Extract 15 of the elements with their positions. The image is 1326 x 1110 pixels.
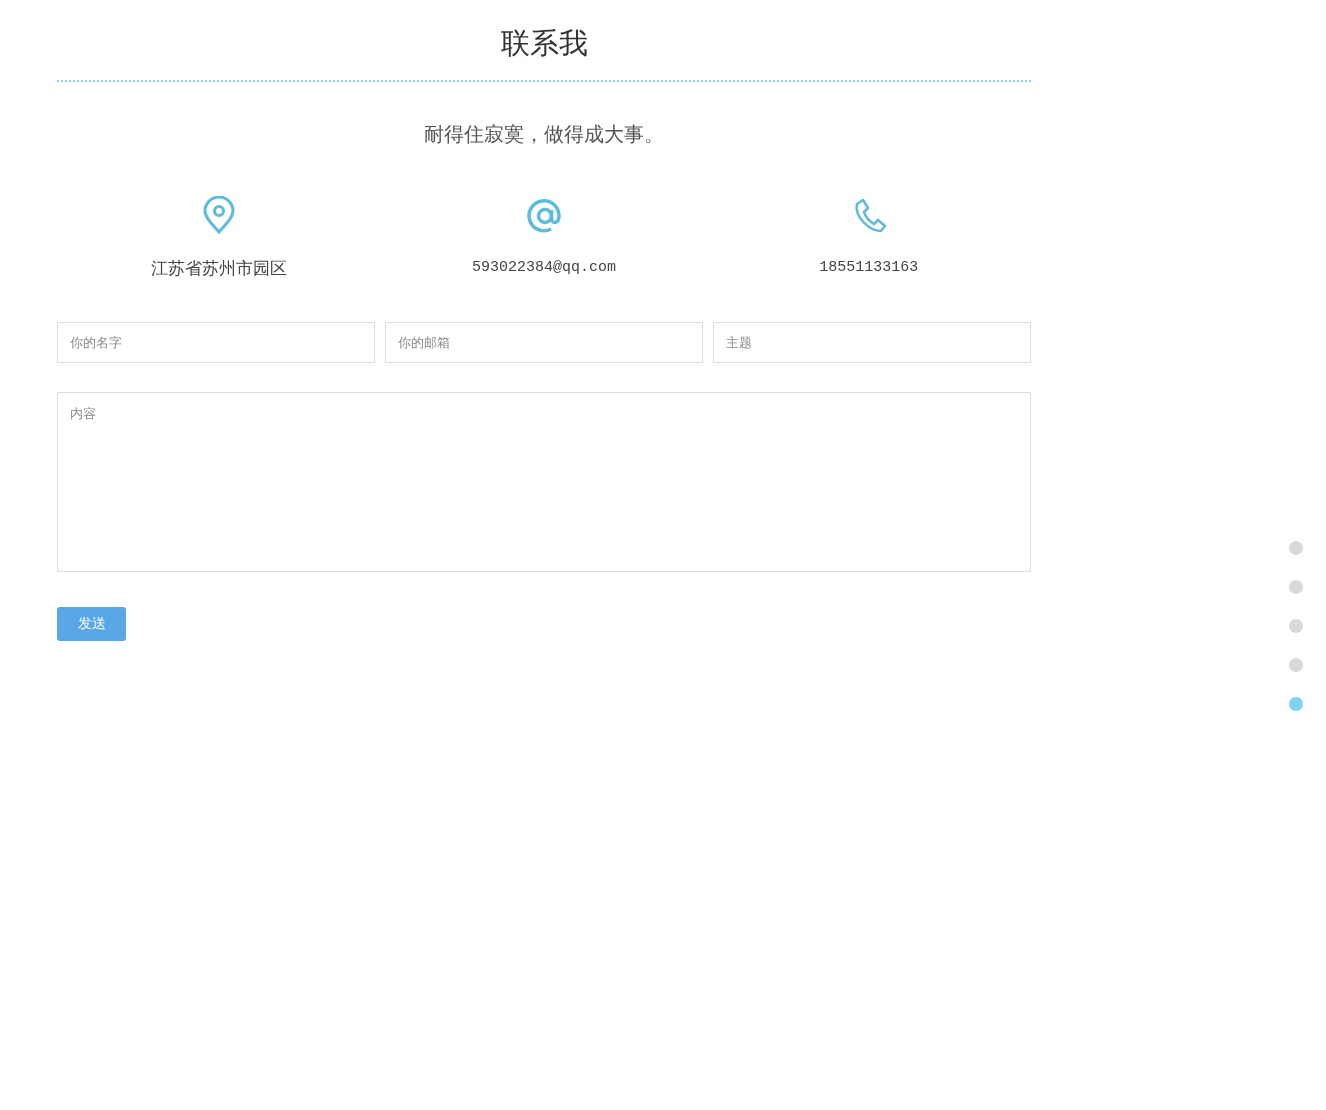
send-button[interactable]: 发送 [57,607,126,641]
section-title: 联系我 [500,25,588,62]
contact-text: 江苏省苏州市园区 [151,257,288,280]
slogan: 耐得住寂寞，做得成大事。 [424,121,664,148]
page-nav-dot[interactable] [1289,697,1303,711]
input-field[interactable]: 你的邮箱 [385,322,703,363]
message-field[interactable]: 内容 [57,392,1031,572]
input-field[interactable]: 主题 [713,322,1031,363]
page-nav-dot[interactable] [1289,658,1303,672]
page-nav-dot[interactable] [1289,619,1303,633]
contact-text: 18551133163 [819,258,919,278]
page-nav-dot[interactable] [1289,541,1303,555]
contact-text: 593022384@qq.com [471,258,616,278]
page-nav-dot[interactable] [1289,580,1303,594]
input-field[interactable]: 你的名字 [57,322,375,363]
